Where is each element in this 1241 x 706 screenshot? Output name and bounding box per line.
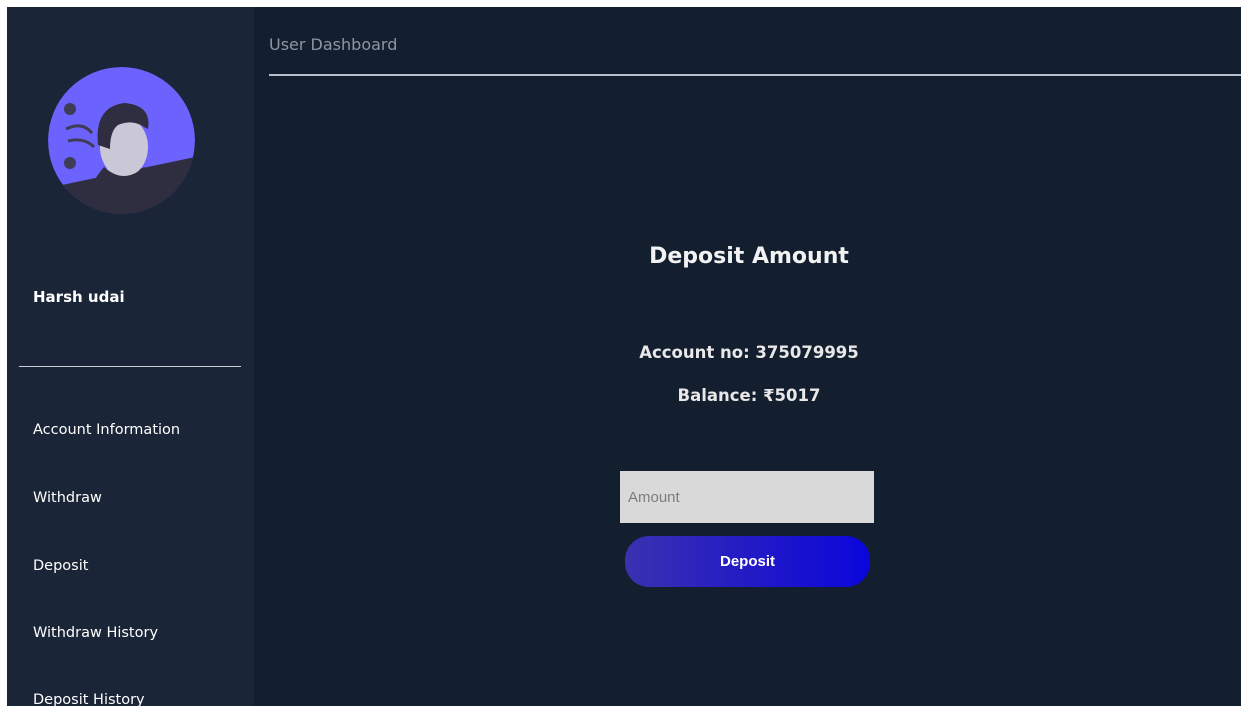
user-avatar-icon xyxy=(48,67,195,214)
deposit-title: Deposit Amount xyxy=(649,244,849,269)
sidebar: Harsh udai Account Information Withdraw … xyxy=(7,7,254,706)
user-name: Harsh udai xyxy=(33,288,125,306)
app-frame: Harsh udai Account Information Withdraw … xyxy=(7,7,1241,706)
account-number: Account no: 375079995 xyxy=(639,343,859,362)
sidebar-item-account-information[interactable]: Account Information xyxy=(33,422,180,438)
sidebar-item-deposit[interactable]: Deposit xyxy=(33,558,88,574)
page-header-title: User Dashboard xyxy=(269,35,398,54)
sidebar-item-withdraw-history[interactable]: Withdraw History xyxy=(33,625,158,641)
header-divider xyxy=(269,74,1241,76)
account-balance: Balance: ₹5017 xyxy=(677,386,821,405)
deposit-button[interactable]: Deposit xyxy=(625,536,870,587)
amount-input[interactable] xyxy=(620,471,874,523)
sidebar-item-withdraw[interactable]: Withdraw xyxy=(33,490,102,506)
sidebar-item-deposit-history[interactable]: Deposit History xyxy=(33,692,145,706)
sidebar-divider xyxy=(19,366,241,367)
